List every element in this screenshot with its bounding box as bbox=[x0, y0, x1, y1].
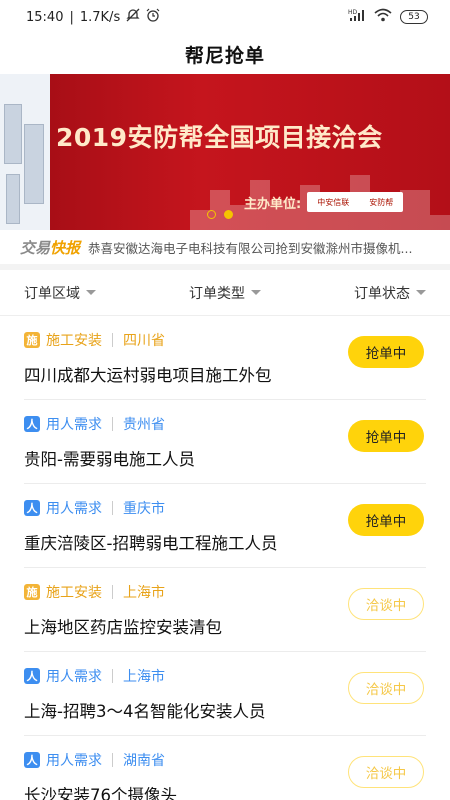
chevron-down-icon bbox=[416, 290, 426, 295]
ticker-brand-part2: 快报 bbox=[50, 238, 81, 257]
person-tag-icon: 人 bbox=[24, 416, 40, 432]
chevron-down-icon bbox=[251, 290, 261, 295]
order-type: 用人需求 bbox=[46, 753, 102, 769]
order-title: 上海-招聘3～4名智能化安装人员 bbox=[24, 702, 266, 721]
negotiating-status-button[interactable]: 洽谈中 bbox=[348, 588, 424, 620]
filter-region-label: 订单区域 bbox=[24, 285, 80, 302]
order-list-item[interactable]: 人用人需求 上海市上海-招聘3～4名智能化安装人员 洽谈中 bbox=[24, 652, 426, 736]
ticker-brand-logo: 交易快报 bbox=[20, 237, 80, 258]
tag-divider bbox=[112, 669, 113, 683]
grab-order-button[interactable]: 抢单中 bbox=[348, 504, 424, 536]
tag-divider bbox=[112, 753, 113, 767]
filter-region[interactable]: 订单区域 bbox=[24, 283, 96, 303]
banner-title: 2019安防帮全国项目接洽会 bbox=[56, 123, 383, 152]
order-region: 上海市 bbox=[123, 669, 165, 685]
mute-icon bbox=[126, 8, 140, 26]
wifi-icon bbox=[374, 8, 392, 26]
svg-text:HD: HD bbox=[348, 9, 358, 16]
banner-host-label: 主办单位: bbox=[244, 196, 302, 212]
grab-order-button[interactable]: 抢单中 bbox=[348, 420, 424, 452]
order-list-item[interactable]: 人用人需求 湖南省长沙安装76个摄像头 洽谈中 bbox=[24, 736, 426, 800]
status-right: HD 53 bbox=[348, 8, 428, 26]
host-logo-anfangbang: 安防帮 bbox=[369, 197, 394, 207]
tag-divider bbox=[112, 585, 113, 599]
grab-order-button[interactable]: 抢单中 bbox=[348, 336, 424, 368]
order-region: 湖南省 bbox=[123, 753, 165, 769]
tag-divider bbox=[112, 333, 113, 347]
order-tags: 人用人需求 湖南省 bbox=[24, 750, 165, 770]
order-list-item[interactable]: 人用人需求 贵州省贵阳-需要弱电施工人员 抢单中 bbox=[24, 400, 426, 484]
banner-pagination bbox=[207, 210, 233, 219]
battery-icon: 53 bbox=[400, 10, 428, 24]
filter-status[interactable]: 订单状态 bbox=[354, 283, 426, 303]
network-speed: 1.7K/s bbox=[79, 9, 121, 25]
banner-host: 主办单位: 中安信联 安防帮 bbox=[244, 192, 404, 212]
order-title: 贵阳-需要弱电施工人员 bbox=[24, 450, 195, 469]
trade-news-ticker[interactable]: 交易快报 恭喜安徽达海电子电科技有限公司抢到安徽滁州市摄像机... bbox=[0, 230, 450, 270]
order-type: 施工安装 bbox=[46, 585, 102, 601]
app-header: 帮尼抢单 bbox=[0, 34, 450, 74]
status-bar: 15:40 | 1.7K/s HD 53 bbox=[0, 0, 450, 34]
order-tags: 施施工安装 四川省 bbox=[24, 330, 165, 350]
order-type: 用人需求 bbox=[46, 501, 102, 517]
filter-type[interactable]: 订单类型 bbox=[189, 283, 261, 303]
host-logos: 中安信联 安防帮 bbox=[307, 192, 404, 212]
order-tags: 人用人需求 上海市 bbox=[24, 666, 165, 686]
order-title: 长沙安装76个摄像头 bbox=[24, 786, 177, 800]
filter-status-label: 订单状态 bbox=[354, 285, 410, 302]
order-tags: 人用人需求 贵州省 bbox=[24, 414, 165, 434]
person-tag-icon: 人 bbox=[24, 500, 40, 516]
person-tag-icon: 人 bbox=[24, 668, 40, 684]
order-list: 施施工安装 四川省 四川成都大运村弱电项目施工外包 抢单中人用人需求 贵州省 贵阳-需要弱… bbox=[0, 316, 450, 800]
tag-divider bbox=[112, 417, 113, 431]
order-list-item[interactable]: 人用人需求 重庆市重庆涪陵区-招聘弱电工程施工人员 抢单中 bbox=[24, 484, 426, 568]
order-tags: 人用人需求 重庆市 bbox=[24, 498, 165, 518]
order-region: 四川省 bbox=[123, 333, 165, 349]
order-list-item[interactable]: 施施工安装 上海市上海地区药店监控安装清包 洽谈中 bbox=[24, 568, 426, 652]
filter-bar: 订单区域 订单类型 订单状态 bbox=[0, 270, 450, 316]
hd-signal-icon: HD bbox=[348, 8, 366, 26]
construction-tag-icon: 施 bbox=[24, 332, 40, 348]
order-type: 施工安装 bbox=[46, 333, 102, 349]
order-type: 用人需求 bbox=[46, 417, 102, 433]
order-region: 重庆市 bbox=[123, 501, 165, 517]
person-tag-icon: 人 bbox=[24, 752, 40, 768]
order-region: 贵州省 bbox=[123, 417, 165, 433]
promo-banner[interactable]: 2019安防帮全国项目接洽会 主办单位: 中安信联 安防帮 bbox=[0, 74, 450, 230]
construction-tag-icon: 施 bbox=[24, 584, 40, 600]
order-title: 上海地区药店监控安装清包 bbox=[24, 618, 222, 637]
alarm-icon bbox=[146, 8, 160, 26]
order-list-item[interactable]: 施施工安装 四川省四川成都大运村弱电项目施工外包 抢单中 bbox=[24, 316, 426, 400]
banner-building-illustration bbox=[0, 74, 50, 230]
negotiating-status-button[interactable]: 洽谈中 bbox=[348, 756, 424, 788]
filter-type-label: 订单类型 bbox=[189, 285, 245, 302]
status-time: 15:40 bbox=[26, 9, 64, 25]
negotiating-status-button[interactable]: 洽谈中 bbox=[348, 672, 424, 704]
ticker-text: 恭喜安徽达海电子电科技有限公司抢到安徽滁州市摄像机... bbox=[88, 240, 413, 256]
status-left: 15:40 | 1.7K/s bbox=[26, 8, 160, 26]
page-title: 帮尼抢单 bbox=[184, 44, 265, 67]
order-title: 四川成都大运村弱电项目施工外包 bbox=[24, 366, 272, 385]
chevron-down-icon bbox=[86, 290, 96, 295]
order-tags: 施施工安装 上海市 bbox=[24, 582, 165, 602]
order-title: 重庆涪陵区-招聘弱电工程施工人员 bbox=[24, 534, 278, 553]
banner-dot[interactable] bbox=[207, 210, 216, 219]
order-type: 用人需求 bbox=[46, 669, 102, 685]
tag-divider bbox=[112, 501, 113, 515]
banner-dot-active[interactable] bbox=[224, 210, 233, 219]
ticker-brand-part1: 交易 bbox=[20, 238, 51, 257]
host-logo-zhongan: 中安信联 bbox=[317, 197, 350, 207]
status-divider: | bbox=[69, 9, 74, 25]
order-region: 上海市 bbox=[123, 585, 165, 601]
